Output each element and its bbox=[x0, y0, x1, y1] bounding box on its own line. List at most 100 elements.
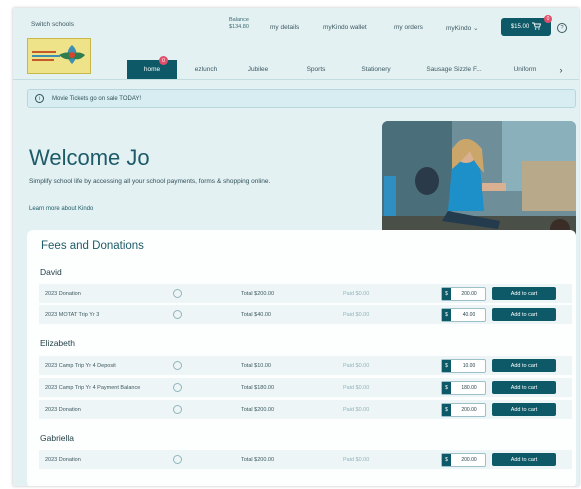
top-bar: Switch schools Balance $134.80 my detail… bbox=[13, 8, 579, 48]
info-icon[interactable] bbox=[173, 455, 182, 464]
fee-description: 2023 Donation bbox=[45, 406, 81, 413]
amount-value: 10.00 bbox=[462, 363, 476, 369]
hero-photo bbox=[382, 121, 576, 242]
fee-description: 2023 Camp Trip Yr 4 Deposit bbox=[45, 362, 116, 369]
main-nav: home 0 ezlunch Jubilee Sports Stationery… bbox=[13, 56, 579, 80]
tab-label: Uniform bbox=[513, 66, 537, 73]
amount-input[interactable]: $10.00 bbox=[441, 359, 486, 373]
help-icon[interactable]: ? bbox=[557, 23, 567, 33]
fees-panel: Fees and Donations David 2023 Donation T… bbox=[27, 230, 576, 486]
info-icon[interactable] bbox=[173, 361, 182, 370]
info-icon-wrap bbox=[173, 284, 182, 303]
amount-value: 180.00 bbox=[461, 385, 477, 391]
fee-paid: Paid $0.00 bbox=[343, 456, 370, 463]
welcome-title: Welcome Jo bbox=[29, 145, 150, 170]
tab-home[interactable]: home bbox=[127, 60, 177, 79]
fee-total: Total $200.00 bbox=[241, 456, 275, 463]
add-to-cart-button[interactable]: Add to cart bbox=[492, 403, 556, 416]
amount-input[interactable]: $40.00 bbox=[441, 308, 486, 322]
notice-text: Movie Tickets go on sale TODAY! bbox=[52, 95, 142, 102]
fee-total: Total $40.00 bbox=[241, 311, 271, 318]
amount-value: 200.00 bbox=[461, 457, 477, 463]
fee-paid: Paid $0.00 bbox=[343, 362, 370, 369]
amount-value: 200.00 bbox=[461, 407, 477, 413]
fee-total: Total $180.00 bbox=[241, 384, 275, 391]
my-details-link[interactable]: my details bbox=[270, 24, 299, 31]
tab-uniform[interactable]: Uniform bbox=[501, 60, 549, 79]
currency-symbol: $ bbox=[442, 382, 451, 394]
tab-ezlunch[interactable]: ezlunch bbox=[183, 60, 229, 79]
currency-symbol: $ bbox=[442, 404, 451, 416]
fee-row: 2023 Camp Trip Yr 4 Deposit Total $10.00… bbox=[39, 356, 572, 375]
info-icon[interactable] bbox=[173, 405, 182, 414]
amount-input[interactable]: $200.00 bbox=[441, 287, 486, 301]
fee-paid: Paid $0.00 bbox=[343, 406, 370, 413]
fee-row: 2023 Donation Total $200.00 Paid $0.00 $… bbox=[39, 284, 572, 303]
fee-row: 2023 Donation Total $200.00 Paid $0.00 $… bbox=[39, 450, 572, 469]
amount-value: 200.00 bbox=[461, 291, 477, 297]
info-icon-wrap bbox=[173, 356, 182, 375]
fee-description: 2023 MOTAT Trip Yr 3 bbox=[45, 311, 100, 318]
fee-total: Total $200.00 bbox=[241, 290, 275, 297]
info-icon-wrap bbox=[173, 400, 182, 419]
fee-row: 2023 Camp Trip Yr 4 Payment Balance Tota… bbox=[39, 378, 572, 397]
my-orders-link[interactable]: my orders bbox=[394, 24, 423, 31]
tab-label: Sports bbox=[306, 66, 326, 73]
currency-symbol: $ bbox=[442, 360, 451, 372]
tab-stationery[interactable]: Stationery bbox=[349, 60, 403, 79]
tab-label: Jubilee bbox=[247, 66, 269, 73]
amount-input[interactable]: $200.00 bbox=[441, 453, 486, 467]
balance-display: Balance $134.80 bbox=[229, 17, 249, 31]
cart-count-badge: 0 bbox=[544, 15, 552, 23]
intro-text: Simplify school life by accessing all yo… bbox=[29, 178, 271, 185]
fee-description: 2023 Donation bbox=[45, 290, 81, 297]
notice-banner: i Movie Tickets go on sale TODAY! bbox=[27, 89, 576, 108]
fee-row: 2023 Donation Total $200.00 Paid $0.00 $… bbox=[39, 400, 572, 419]
child-name: Elizabeth bbox=[40, 338, 75, 348]
tab-label: Sausage Sizzle F... bbox=[426, 66, 482, 73]
tab-label: ezlunch bbox=[194, 66, 218, 73]
info-icon-wrap bbox=[173, 305, 182, 324]
switch-schools-link[interactable]: Switch schools bbox=[31, 21, 74, 28]
fee-paid: Paid $0.00 bbox=[343, 311, 370, 318]
add-to-cart-button[interactable]: Add to cart bbox=[492, 308, 556, 321]
currency-symbol: $ bbox=[442, 454, 451, 466]
info-icon[interactable] bbox=[173, 383, 182, 392]
add-to-cart-button[interactable]: Add to cart bbox=[492, 381, 556, 394]
amount-input[interactable]: $180.00 bbox=[441, 381, 486, 395]
tab-label: home bbox=[143, 66, 161, 73]
info-icon[interactable] bbox=[173, 289, 182, 298]
tab-sausage-sizzle[interactable]: Sausage Sizzle F... bbox=[417, 60, 491, 79]
tab-label: Stationery bbox=[361, 66, 391, 73]
info-icon-wrap bbox=[173, 378, 182, 397]
currency-symbol: $ bbox=[442, 288, 451, 300]
fee-paid: Paid $0.00 bbox=[343, 290, 370, 297]
chevron-right-icon[interactable]: › bbox=[551, 60, 571, 79]
app-window: Switch schools Balance $134.80 my detail… bbox=[13, 8, 579, 486]
add-to-cart-button[interactable]: Add to cart bbox=[492, 287, 556, 300]
fee-total: Total $10.00 bbox=[241, 362, 271, 369]
learn-more-link[interactable]: Learn more about Kindo bbox=[29, 206, 93, 212]
add-to-cart-button[interactable]: Add to cart bbox=[492, 359, 556, 372]
fee-description: 2023 Camp Trip Yr 4 Payment Balance bbox=[45, 384, 141, 391]
mykindo-menu[interactable]: myKindo ⌄ bbox=[446, 24, 479, 32]
amount-value: 40.00 bbox=[462, 312, 476, 318]
info-icon[interactable] bbox=[173, 310, 182, 319]
fee-total: Total $200.00 bbox=[241, 406, 275, 413]
cart-total: $15.00 bbox=[510, 24, 530, 30]
currency-symbol: $ bbox=[442, 309, 451, 321]
amount-input[interactable]: $200.00 bbox=[441, 403, 486, 417]
tab-jubilee[interactable]: Jubilee bbox=[235, 60, 281, 79]
balance-value: $134.80 bbox=[229, 24, 249, 30]
balance-label: Balance bbox=[229, 17, 249, 23]
mykindo-wallet-link[interactable]: myKindo wallet bbox=[323, 24, 367, 31]
child-name: Gabriella bbox=[40, 433, 75, 443]
fee-paid: Paid $0.00 bbox=[343, 384, 370, 391]
cart-icon bbox=[532, 22, 542, 32]
info-icon: i bbox=[35, 94, 44, 103]
info-icon-wrap bbox=[173, 450, 182, 469]
fees-title: Fees and Donations bbox=[41, 240, 144, 252]
tab-sports[interactable]: Sports bbox=[293, 60, 339, 79]
add-to-cart-button[interactable]: Add to cart bbox=[492, 453, 556, 466]
home-notification-badge: 0 bbox=[159, 56, 168, 65]
